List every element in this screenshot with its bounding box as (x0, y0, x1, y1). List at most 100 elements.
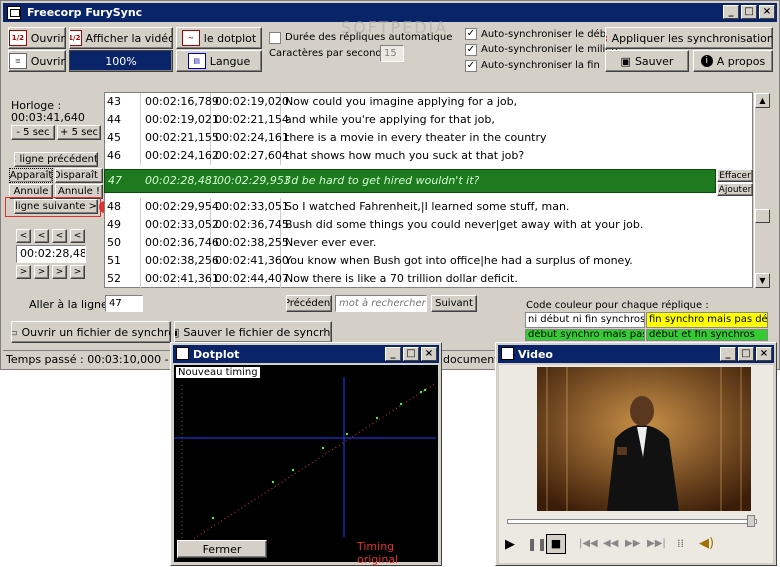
grid-scrollbar[interactable]: ▲ ▼ (754, 93, 770, 288)
maximize-icon[interactable]: □ (403, 347, 419, 361)
window-icon (176, 347, 189, 360)
maximize-icon[interactable]: □ (741, 5, 757, 19)
search-previous-button[interactable]: Précédent (286, 295, 332, 312)
close-icon[interactable]: × (756, 347, 772, 361)
legend-title: Code couleur pour chaque réplique : (526, 300, 709, 311)
clock-value: 00:03:41,640 (11, 111, 85, 124)
original-timing-label: Timing original (357, 540, 399, 566)
video-window: Video _ □ × ▶ ❚❚ ■ |◀◀ ◀◀ ▶▶ ▶▶| ⁞⁞ ◀) (495, 342, 777, 566)
goto-line-input[interactable]: 47 (105, 295, 143, 312)
language-button[interactable]: ▤ Langue (176, 50, 262, 72)
table-row[interactable]: 52 00:02:41,361 00:02:44,407 Now there is l… (105, 270, 754, 288)
auto-sync-middle-checkbox[interactable]: ✓ (465, 44, 477, 56)
table-row[interactable]: 50 00:02:36,746 00:02:38,255 Never ever eve… (105, 234, 754, 252)
show-video-button[interactable]: 1/2 Afficher la vidéo (69, 27, 173, 49)
video-file-icon: 1/2 (70, 30, 82, 46)
volume-icon[interactable]: ◀) (699, 536, 714, 551)
stop-icon[interactable]: ■ (546, 534, 566, 554)
close-icon[interactable]: × (759, 5, 775, 19)
auto-duration-checkbox[interactable] (269, 32, 281, 44)
previous-line-button[interactable]: < ligne précédente (14, 152, 98, 167)
table-row[interactable]: 43 00:02:16,789 00:02:19,020 Now could you … (105, 93, 754, 111)
table-row[interactable]: 46 00:02:24,162 00:02:27,604 that shows how… (105, 147, 754, 165)
active-subtitle-row[interactable]: 47 00:02:28,481 00:02:29,953 I'd be hard… (104, 169, 716, 193)
video-frame[interactable] (537, 367, 751, 511)
scroll-thumb[interactable] (755, 209, 770, 223)
skip-back-icon[interactable]: |◀◀ (579, 538, 598, 549)
appears-button[interactable]: Apparaît (9, 168, 53, 183)
table-row[interactable]: 51 00:02:38,256 00:02:41,360 You know when … (105, 252, 754, 270)
search-input[interactable] (335, 295, 427, 312)
chars-per-second-label: Caractères par seconde : (269, 48, 395, 59)
disappears-button[interactable]: Disparaît ! (55, 168, 103, 183)
legend-color-both: début et fin synchros (646, 329, 768, 341)
rewind-icon[interactable]: ◀◀ (603, 538, 618, 549)
open-subtitle-button[interactable]: 1/2 Ouvrir (8, 27, 66, 49)
goto-line-label: Aller à la ligne : (29, 298, 115, 311)
table-row[interactable]: 48 00:02:29,954 00:02:33,051 So I watched F… (105, 198, 754, 216)
info-icon: i (700, 55, 713, 67)
save-sync-file-button[interactable]: ▣Sauver le fichier de syncrho (174, 321, 332, 343)
delete-line-button[interactable]: Effacer (717, 169, 753, 182)
legend-color-none: ni début ni fin synchros (525, 312, 645, 328)
about-button[interactable]: iA propos (693, 50, 773, 72)
apply-syncs-button[interactable]: ⇆Appliquer les synchronisations (605, 27, 773, 49)
app-icon (7, 5, 21, 20)
step-forward-4[interactable]: > (70, 265, 85, 279)
fullscreen-icon[interactable]: ⁞⁞ (677, 537, 684, 550)
flag-icon: ▤ (187, 53, 206, 69)
skip-forward-icon[interactable]: ▶▶| (647, 538, 666, 549)
scroll-down-icon[interactable]: ▼ (755, 273, 770, 288)
legend-color-start-only: début synchro mais pas fin (525, 329, 645, 341)
auto-duration-label: Durée des répliques automatique (285, 32, 453, 43)
next-line-button[interactable]: ligne suivante > (14, 199, 98, 214)
close-dotplot-button[interactable]: Fermer (177, 540, 267, 558)
timecode-input[interactable]: 00:02:28,481 (16, 245, 86, 263)
step-back-4[interactable]: < (70, 229, 85, 243)
minimize-icon[interactable]: _ (385, 347, 401, 361)
table-row[interactable]: 45 00:02:21,155 00:02:24,161 there is a mov… (105, 129, 754, 147)
step-forward-3[interactable]: > (52, 265, 67, 279)
step-forward-1[interactable]: > (16, 265, 31, 279)
pause-icon[interactable]: ❚❚ (527, 537, 547, 551)
video-still-image (537, 367, 751, 511)
dotplot-canvas[interactable]: Nouveau timing Fermer Timing original (174, 365, 438, 566)
auto-sync-end-checkbox[interactable]: ✓ (465, 60, 477, 72)
auto-sync-end-label: Auto-synchroniser la fin (481, 60, 600, 71)
chars-per-second-input[interactable]: 15 (380, 45, 404, 62)
minus-5-sec-button[interactable]: - 5 sec (11, 125, 55, 140)
minimize-icon[interactable]: _ (720, 347, 736, 361)
subtitle-file-icon: 1/2 (9, 30, 27, 46)
video-progress-track[interactable] (507, 519, 757, 524)
video-pane: ▶ ❚❚ ■ |◀◀ ◀◀ ▶▶ ▶▶| ⁞⁞ ◀) (499, 365, 773, 563)
status-elapsed: Temps passé : 00:03:10,000 - Fich (6, 353, 194, 366)
plus-5-sec-button[interactable]: + 5 sec (57, 125, 101, 140)
open-sync-file-button[interactable]: ▭Ouvrir un fichier de synchro (11, 321, 171, 343)
save-disk-icon: ▣ (175, 326, 179, 339)
scroll-up-icon[interactable]: ▲ (755, 93, 770, 108)
table-row[interactable]: 49 00:02:33,052 00:02:36,745 Bush did some … (105, 216, 754, 234)
step-back-2[interactable]: < (34, 229, 49, 243)
table-row[interactable]: 44 00:02:19,021 00:02:21,154 and while you'… (105, 111, 754, 129)
chart-icon: ~ (181, 30, 200, 46)
zoom-display[interactable]: 100% (69, 50, 173, 72)
maximize-icon[interactable]: □ (738, 347, 754, 361)
video-progress-thumb[interactable] (747, 515, 755, 527)
save-button[interactable]: ▣ Sauver (605, 50, 689, 72)
open-video-button[interactable]: ≡ Ouvrir (8, 50, 66, 72)
dotplot-button[interactable]: ~ le dotplot (176, 27, 262, 49)
video-title-bar: Video _ □ × (498, 345, 774, 363)
fast-forward-icon[interactable]: ▶▶ (625, 538, 640, 549)
step-back-3[interactable]: < (52, 229, 67, 243)
search-next-button[interactable]: Suivant (431, 295, 477, 312)
minimize-icon[interactable]: _ (723, 5, 739, 19)
close-icon[interactable]: × (421, 347, 437, 361)
add-line-button[interactable]: Ajouter (717, 183, 753, 196)
step-back-1[interactable]: < (16, 229, 31, 243)
step-forward-2[interactable]: > (34, 265, 49, 279)
folder-icon: ▭ (12, 326, 17, 339)
play-icon[interactable]: ▶ (505, 537, 515, 552)
document-icon: ≡ (9, 53, 27, 69)
auto-sync-start-checkbox[interactable]: ✓ (465, 28, 477, 40)
dotplot-graph (174, 377, 437, 546)
